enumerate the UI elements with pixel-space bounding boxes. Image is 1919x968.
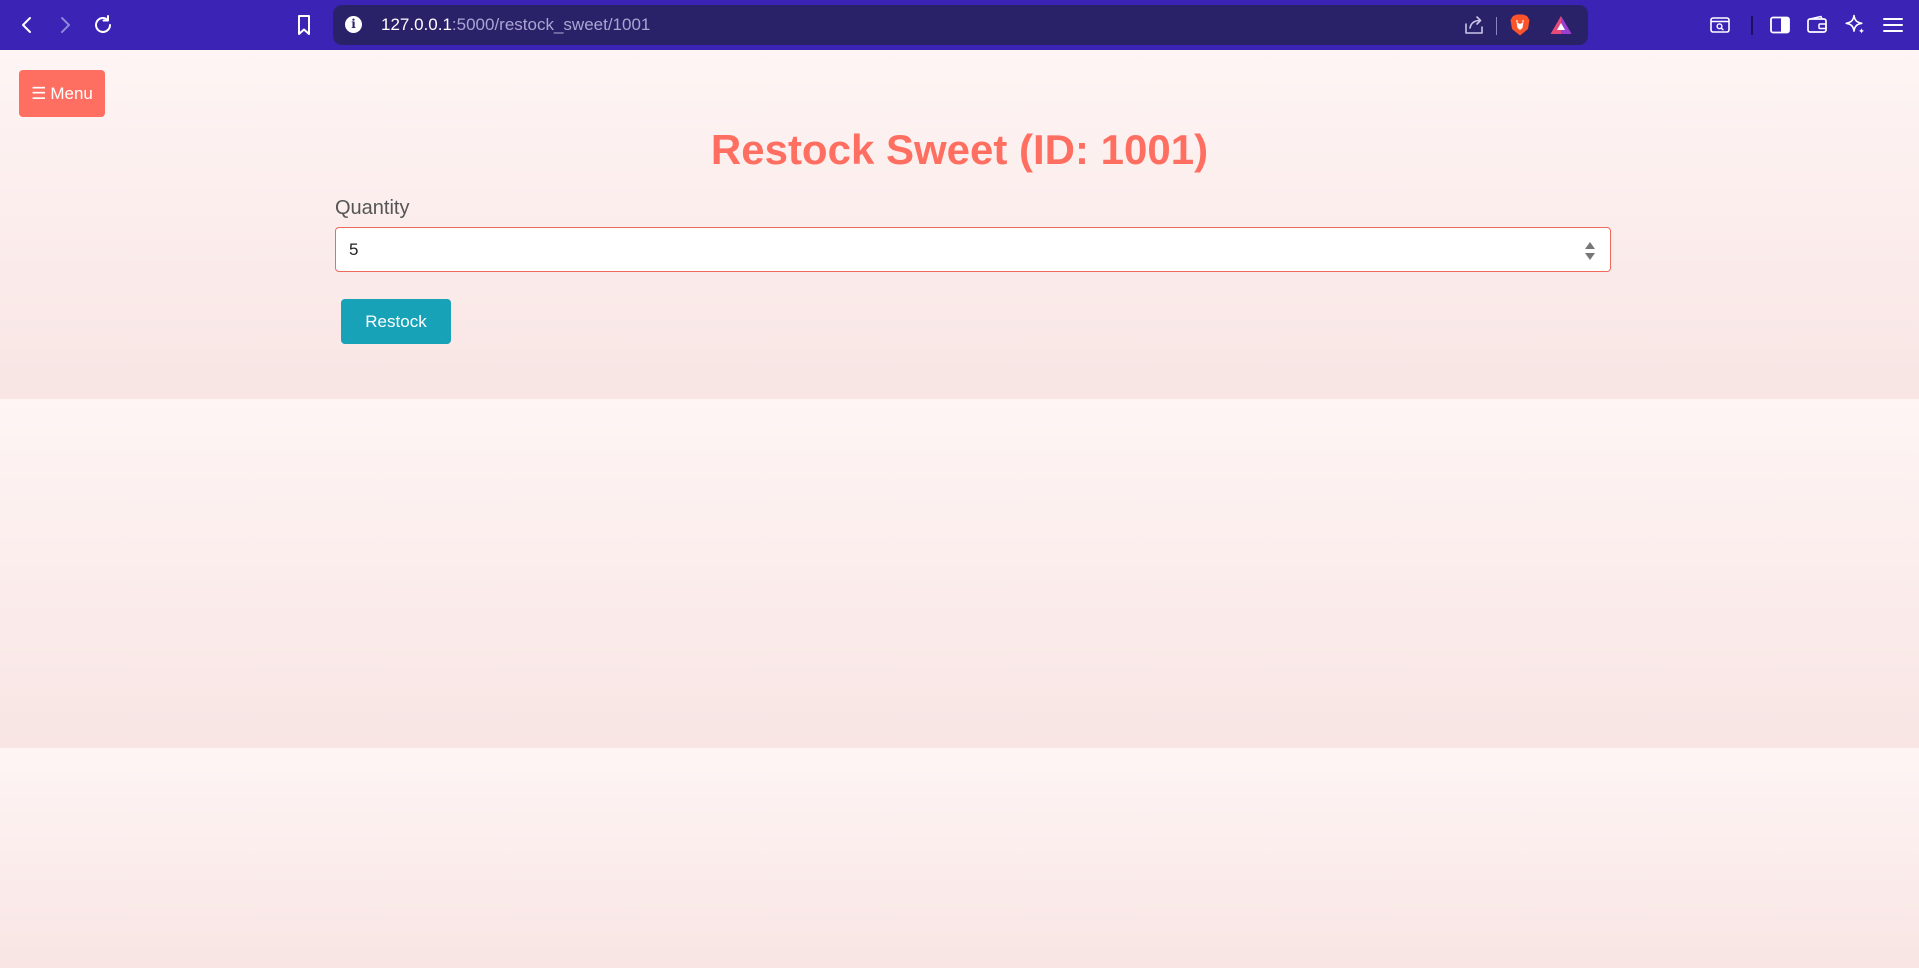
quantity-value: 5 <box>349 240 359 259</box>
wallet-button[interactable] <box>1801 9 1833 41</box>
url-host: 127.0.0.1 <box>381 15 452 34</box>
background-band <box>0 748 1919 968</box>
url-path: :5000/restock_sweet/1001 <box>451 15 651 34</box>
url-text[interactable]: 127.0.0.1:5000/restock_sweet/1001 <box>381 15 650 35</box>
bookmark-button[interactable] <box>288 9 320 41</box>
number-spinner-icon[interactable] <box>1584 240 1596 262</box>
background-band <box>0 50 1919 399</box>
toolbar-divider <box>1751 16 1753 35</box>
menu-button[interactable]: ☰ Menu <box>19 70 105 117</box>
bookmark-icon <box>298 15 310 35</box>
brave-lion-icon[interactable] <box>1509 13 1531 37</box>
background-band <box>0 399 1919 748</box>
info-icon[interactable]: i <box>345 16 362 33</box>
browser-toolbar: i 127.0.0.1:5000/restock_sweet/1001 <box>0 0 1919 50</box>
address-divider <box>1496 17 1497 35</box>
quantity-input[interactable]: 5 <box>335 227 1611 272</box>
quantity-label: Quantity <box>335 197 410 219</box>
restock-button[interactable]: Restock <box>341 299 451 344</box>
arrow-right-icon <box>61 17 70 33</box>
sidebar-button[interactable] <box>1764 9 1796 41</box>
address-bar[interactable]: i 127.0.0.1:5000/restock_sweet/1001 <box>333 5 1588 45</box>
hamburger-menu-icon <box>1883 18 1903 32</box>
reload-button[interactable] <box>87 9 119 41</box>
tab-search-button[interactable] <box>1704 9 1736 41</box>
share-icon[interactable] <box>1463 14 1485 36</box>
page-title: Restock Sweet (ID: 1001) <box>710 126 1209 173</box>
back-button[interactable] <box>11 9 43 41</box>
hamburger-icon: ☰ <box>31 84 47 103</box>
arrow-left-icon <box>22 17 31 33</box>
leo-ai-button[interactable] <box>1839 9 1871 41</box>
forward-button[interactable] <box>49 9 81 41</box>
menu-button-label: Menu <box>50 83 93 103</box>
sidebar-icon <box>1770 16 1790 34</box>
reload-icon <box>95 15 111 33</box>
browser-menu-button[interactable] <box>1877 9 1909 41</box>
wallet-icon <box>1807 15 1827 33</box>
leo-ai-icon <box>1845 14 1865 34</box>
page-viewport: ☰ Menu Restock Sweet (ID: 1001) Quantity… <box>0 50 1919 968</box>
brave-rewards-icon[interactable] <box>1549 14 1573 36</box>
tab-search-icon <box>1710 17 1730 33</box>
